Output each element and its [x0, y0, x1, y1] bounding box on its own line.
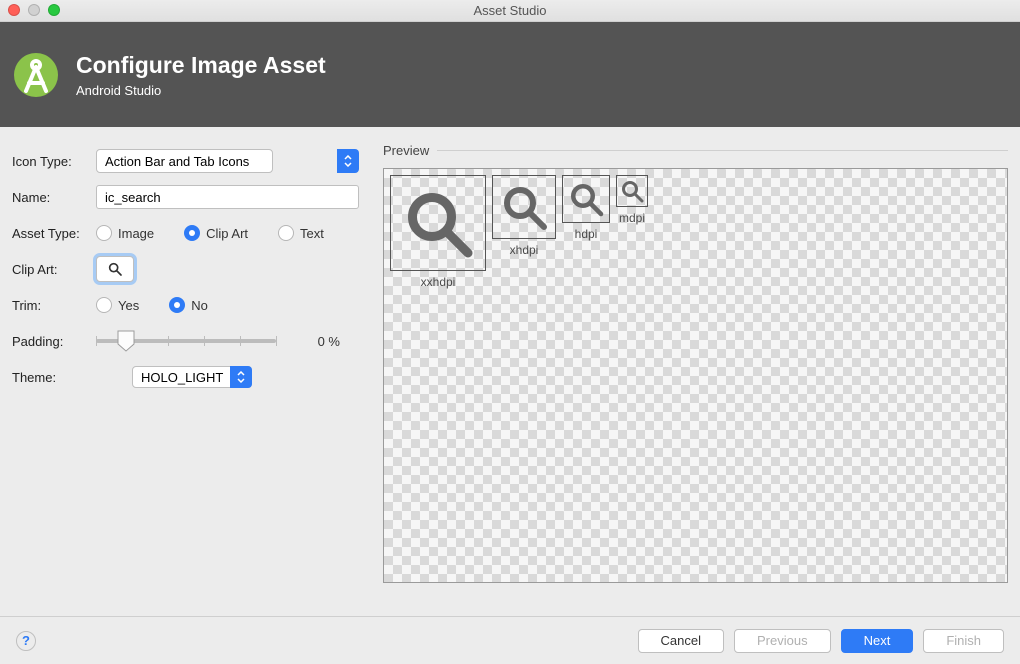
- cancel-button[interactable]: Cancel: [638, 629, 724, 653]
- asset-type-clipart-label: Clip Art: [206, 226, 248, 241]
- asset-type-image-label: Image: [118, 226, 154, 241]
- padding-value: 0 %: [304, 334, 340, 349]
- next-button[interactable]: Next: [841, 629, 914, 653]
- preview-box: [390, 175, 486, 271]
- theme-label: Theme:: [12, 370, 132, 385]
- slider-thumb-icon: [117, 330, 135, 352]
- name-label: Name:: [12, 190, 96, 205]
- preview-item-label: mdpi: [616, 211, 648, 225]
- search-icon: [568, 181, 604, 217]
- chevron-updown-icon: [337, 149, 359, 173]
- preview-item-xhdpi: xhdpi: [492, 175, 556, 257]
- trim-label: Trim:: [12, 298, 96, 313]
- trim-no-radio[interactable]: No: [169, 297, 208, 313]
- close-window-button[interactable]: [8, 4, 20, 16]
- clipart-label: Clip Art:: [12, 262, 96, 277]
- preview-box: [616, 175, 648, 207]
- icon-type-select[interactable]: Action Bar and Tab Icons: [96, 149, 273, 173]
- preview-item-xxhdpi: xxhdpi: [390, 175, 486, 289]
- page-subtitle: Android Studio: [76, 83, 326, 98]
- help-button[interactable]: ?: [16, 631, 36, 651]
- search-icon: [620, 179, 644, 203]
- icon-type-label: Icon Type:: [12, 154, 96, 169]
- preview-canvas: xxhdpi xhdpi hdpi mdpi: [383, 168, 1008, 583]
- asset-type-image-radio[interactable]: Image: [96, 225, 154, 241]
- previous-button[interactable]: Previous: [734, 629, 831, 653]
- asset-type-clipart-radio[interactable]: Clip Art: [184, 225, 248, 241]
- search-icon: [107, 261, 123, 277]
- android-studio-icon: [12, 51, 60, 99]
- window-controls: [8, 4, 60, 16]
- minimize-window-button: [28, 4, 40, 16]
- name-input[interactable]: [96, 185, 359, 209]
- search-icon: [402, 187, 474, 259]
- banner: Configure Image Asset Android Studio: [0, 22, 1020, 127]
- preview-item-hdpi: hdpi: [562, 175, 610, 241]
- trim-yes-radio[interactable]: Yes: [96, 297, 139, 313]
- preview-box: [492, 175, 556, 239]
- divider: [437, 150, 1008, 151]
- asset-type-text-radio[interactable]: Text: [278, 225, 324, 241]
- window-title: Asset Studio: [474, 3, 547, 18]
- preview-box: [562, 175, 610, 223]
- padding-slider[interactable]: [96, 329, 276, 353]
- search-icon: [500, 183, 548, 231]
- footer: ? Cancel Previous Next Finish: [0, 616, 1020, 664]
- preview-item-label: hdpi: [562, 227, 610, 241]
- padding-label: Padding:: [12, 334, 96, 349]
- finish-button[interactable]: Finish: [923, 629, 1004, 653]
- titlebar: Asset Studio: [0, 0, 1020, 22]
- trim-no-label: No: [191, 298, 208, 313]
- page-title: Configure Image Asset: [76, 52, 326, 79]
- preview-item-mdpi: mdpi: [616, 175, 648, 225]
- preview-item-label: xhdpi: [492, 243, 556, 257]
- trim-yes-label: Yes: [118, 298, 139, 313]
- asset-type-label: Asset Type:: [12, 226, 96, 241]
- config-form: Icon Type: Action Bar and Tab Icons Name…: [12, 143, 377, 616]
- preview-label: Preview: [383, 143, 429, 158]
- clipart-picker-button[interactable]: [96, 256, 134, 282]
- asset-type-text-label: Text: [300, 226, 324, 241]
- theme-select[interactable]: HOLO_LIGHT: [132, 366, 252, 388]
- preview-item-label: xxhdpi: [390, 275, 486, 289]
- zoom-window-button[interactable]: [48, 4, 60, 16]
